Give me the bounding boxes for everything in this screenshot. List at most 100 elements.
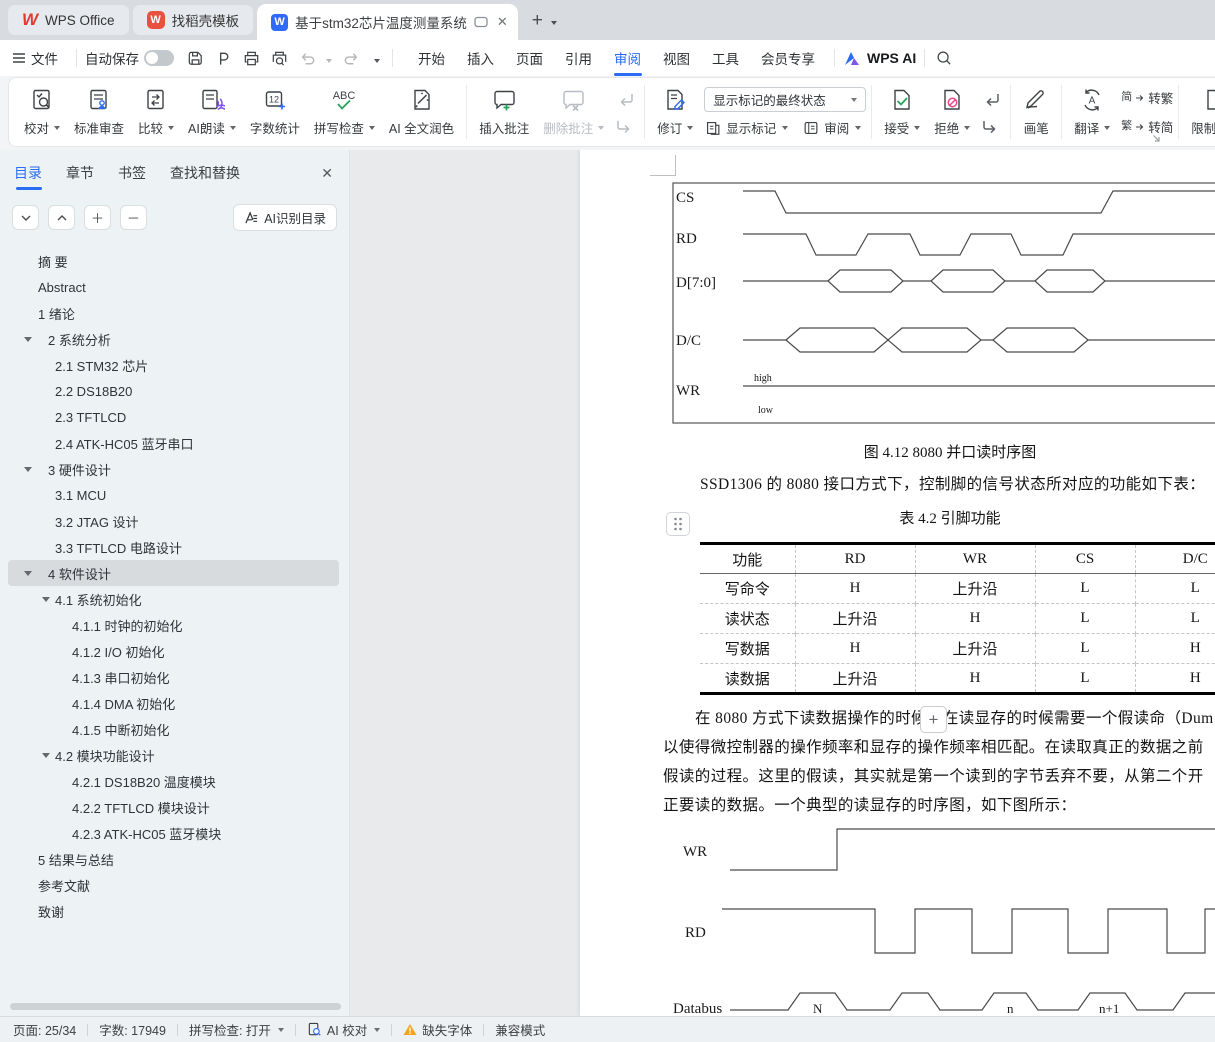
toc-item[interactable]: 4.1.5 中断初始化 bbox=[8, 716, 339, 742]
print-icon[interactable] bbox=[240, 47, 262, 69]
tab-active-document[interactable]: W 基于stm32芯片温度测量系统 ✕ bbox=[257, 4, 518, 40]
expand-arrow-icon[interactable] bbox=[24, 571, 32, 576]
next-comment-icon[interactable] bbox=[615, 117, 635, 134]
table-cell[interactable]: H bbox=[795, 634, 915, 664]
previous-comment-icon[interactable] bbox=[615, 90, 635, 107]
word-count-button[interactable]: 12 字数统计 bbox=[243, 84, 307, 140]
menu-tab-6[interactable]: 工具 bbox=[712, 39, 739, 77]
toc-expand-all-button[interactable] bbox=[12, 205, 39, 230]
table-cell[interactable]: L bbox=[1035, 664, 1135, 694]
table-cell[interactable]: H bbox=[1135, 664, 1215, 694]
standard-review-button[interactable]: 标准审查 bbox=[67, 84, 131, 140]
markup-state-dropdown[interactable]: 显示标记的最终状态 bbox=[704, 87, 866, 112]
toc-item[interactable]: 摘 要 bbox=[8, 248, 339, 274]
expand-arrow-icon[interactable] bbox=[24, 467, 32, 472]
review-pane-button[interactable]: 审阅 bbox=[802, 118, 861, 137]
toc-item[interactable]: 4.1.4 DMA 初始化 bbox=[8, 690, 339, 716]
ai-polish-button[interactable]: AI 全文润色 bbox=[382, 84, 461, 140]
page-indicator[interactable]: 页面: 25/34 bbox=[13, 1020, 76, 1039]
menu-tab-2[interactable]: 页面 bbox=[516, 39, 543, 77]
document-viewport[interactable]: CS RD D[7:0] D/C WR high low 图 4.12 8080… bbox=[350, 150, 1215, 1016]
autosave-control[interactable]: 自动保存 bbox=[85, 48, 174, 68]
table-drag-handle-icon[interactable] bbox=[666, 512, 690, 536]
table-cell[interactable]: 上升沿 bbox=[795, 604, 915, 634]
search-icon[interactable] bbox=[933, 47, 955, 69]
ai-proofread-status[interactable]: AI 校对 bbox=[307, 1020, 380, 1039]
tab-wps-office[interactable]: W WPS Office bbox=[8, 5, 129, 35]
to-simplified-button[interactable]: 繁 转简 bbox=[1121, 117, 1173, 136]
autosave-toggle[interactable] bbox=[144, 50, 174, 66]
toc-item[interactable]: 4.2.1 DS18B20 温度模块 bbox=[8, 768, 339, 794]
close-tab-icon[interactable]: ✕ bbox=[497, 14, 508, 30]
menu-tab-4[interactable]: 审阅 bbox=[614, 39, 641, 77]
file-menu[interactable]: 文件 bbox=[12, 48, 58, 68]
menu-tab-3[interactable]: 引用 bbox=[565, 39, 592, 77]
sidebar-tab-3[interactable]: 查找和替换 bbox=[170, 163, 240, 190]
export-pdf-icon[interactable] bbox=[212, 47, 234, 69]
sidebar-tab-0[interactable]: 目录 bbox=[14, 163, 42, 190]
table-cell[interactable]: 上升沿 bbox=[915, 574, 1035, 604]
table-cell[interactable]: 写数据 bbox=[700, 634, 795, 664]
compatibility-mode-badge[interactable]: 兼容模式 bbox=[495, 1020, 545, 1039]
missing-font-warning[interactable]: 缺失字体 bbox=[403, 1020, 472, 1039]
accept-change-button[interactable]: 接受 bbox=[877, 84, 927, 140]
track-changes-button[interactable]: 修订 bbox=[650, 84, 700, 140]
table-cell[interactable]: L bbox=[1035, 634, 1135, 664]
ai-read-aloud-button[interactable]: AI朗读 bbox=[181, 84, 243, 140]
to-traditional-button[interactable]: 简 转繁 bbox=[1121, 88, 1173, 107]
show-markup-button[interactable]: 显示标记 bbox=[704, 118, 788, 137]
document-page[interactable]: CS RD D[7:0] D/C WR high low 图 4.12 8080… bbox=[580, 150, 1215, 1016]
toc-item[interactable]: 2.3 TFTLCD bbox=[8, 404, 339, 430]
undo-history-chevron-icon[interactable] bbox=[324, 51, 332, 66]
menu-tab-0[interactable]: 开始 bbox=[418, 39, 445, 77]
menu-tab-1[interactable]: 插入 bbox=[467, 39, 494, 77]
toc-item[interactable]: 3.3 TFTLCD 电路设计 bbox=[8, 534, 339, 560]
ribbon-expand-icon[interactable] bbox=[1152, 134, 1161, 143]
table-insert-row-button[interactable]: + bbox=[920, 706, 947, 733]
toc-item[interactable]: 1 绪论 bbox=[8, 300, 339, 326]
table-cell[interactable]: L bbox=[1035, 574, 1135, 604]
delete-comment-button[interactable]: 删除批注 bbox=[536, 84, 611, 140]
tab-list-chevron-icon[interactable] bbox=[549, 12, 557, 30]
toc-item[interactable]: 3.1 MCU bbox=[8, 482, 339, 508]
toc-item[interactable]: 4.1.2 I/O 初始化 bbox=[8, 638, 339, 664]
table-cell[interactable]: H bbox=[1135, 634, 1215, 664]
new-tab-button[interactable]: + bbox=[532, 10, 543, 32]
sidebar-horizontal-scrollbar[interactable] bbox=[10, 1003, 341, 1010]
previous-change-icon[interactable] bbox=[981, 90, 1001, 107]
toc-item[interactable]: 2.4 ATK-HC05 蓝牙串口 bbox=[8, 430, 339, 456]
ai-recognize-toc-button[interactable]: AI识别目录 bbox=[233, 204, 337, 231]
table-cell[interactable]: 上升沿 bbox=[795, 664, 915, 694]
toc-item[interactable]: 3 硬件设计 bbox=[8, 456, 339, 482]
ink-brush-button[interactable]: 画笔 bbox=[1016, 84, 1056, 140]
toc-item[interactable]: 5 结果与总结 bbox=[8, 846, 339, 872]
proofread-button[interactable]: 校对 bbox=[17, 84, 67, 140]
table-cell[interactable]: H bbox=[795, 574, 915, 604]
menu-tab-5[interactable]: 视图 bbox=[663, 39, 690, 77]
tab-docer-templates[interactable]: W 找稻壳模板 bbox=[133, 5, 254, 35]
toc-item[interactable]: 4.1 系统初始化 bbox=[8, 586, 339, 612]
session-window-icon[interactable] bbox=[474, 16, 488, 28]
table-cell[interactable]: L bbox=[1135, 574, 1215, 604]
sidebar-tab-2[interactable]: 书签 bbox=[118, 163, 146, 190]
table-cell[interactable]: L bbox=[1035, 604, 1135, 634]
menu-tab-7[interactable]: 会员专享 bbox=[761, 39, 815, 77]
table-cell[interactable]: 读数据 bbox=[700, 664, 795, 694]
toolbar-more-chevron-icon[interactable] bbox=[372, 51, 380, 66]
expand-arrow-icon[interactable] bbox=[42, 597, 50, 602]
sidebar-tab-1[interactable]: 章节 bbox=[66, 163, 94, 190]
wps-ai-button[interactable]: WPS AI bbox=[843, 50, 916, 66]
word-count-indicator[interactable]: 字数: 17949 bbox=[99, 1020, 166, 1039]
pin-function-table[interactable]: 功能RDWRCSD/C 写命令H上升沿LL读状态上升沿HLL写数据H上升沿LH读… bbox=[700, 542, 1215, 695]
compare-button[interactable]: 比较 bbox=[131, 84, 181, 140]
table-cell[interactable]: 上升沿 bbox=[915, 634, 1035, 664]
toc-item[interactable]: 4.2 模块功能设计 bbox=[8, 742, 339, 768]
toc-item[interactable]: 参考文献 bbox=[8, 872, 339, 898]
restrict-editing-button[interactable]: 限制编辑 bbox=[1184, 84, 1215, 140]
toc-zoom-in-button[interactable]: ＋ bbox=[84, 205, 111, 230]
spellcheck-status[interactable]: 拼写检查: 打开 bbox=[189, 1020, 284, 1039]
spell-check-button[interactable]: ABC 拼写检查 bbox=[307, 84, 382, 140]
next-change-icon[interactable] bbox=[981, 117, 1001, 134]
toc-item[interactable]: 4.1.1 时钟的初始化 bbox=[8, 612, 339, 638]
toc-item[interactable]: 2.1 STM32 芯片 bbox=[8, 352, 339, 378]
